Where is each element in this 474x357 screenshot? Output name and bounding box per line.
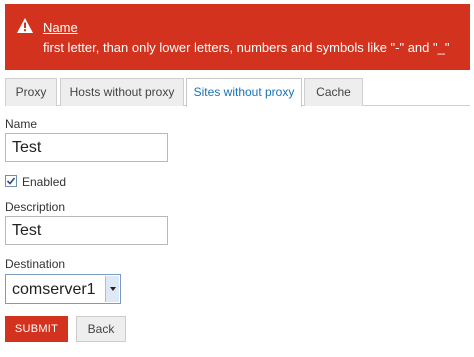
back-button[interactable]: Back	[76, 316, 126, 342]
alert-message: first letter, than only lower letters, n…	[43, 40, 450, 55]
description-field[interactable]	[5, 216, 168, 245]
checkmark-icon	[6, 177, 16, 185]
description-label: Description	[5, 200, 66, 214]
chevron-down-icon	[110, 287, 116, 291]
dropdown-arrow-button[interactable]	[105, 276, 119, 302]
name-field[interactable]	[5, 133, 168, 162]
submit-button[interactable]: SUBMIT	[5, 316, 68, 342]
tab-cache[interactable]: Cache	[304, 78, 363, 106]
destination-select[interactable]: comserver1	[5, 274, 121, 304]
error-alert: Name first letter, than only lower lette…	[5, 4, 470, 70]
tab-hosts-without-proxy[interactable]: Hosts without proxy	[60, 78, 184, 106]
destination-selected-value: comserver1	[12, 281, 96, 298]
destination-label: Destination	[5, 257, 66, 271]
tab-sites-without-proxy[interactable]: Sites without proxy	[186, 78, 302, 107]
name-label: Name	[5, 117, 38, 131]
tab-bar: Proxy Hosts without proxy Sites without …	[5, 78, 470, 107]
enabled-label: Enabled	[22, 175, 67, 189]
tab-proxy[interactable]: Proxy	[5, 78, 57, 106]
warning-icon	[17, 18, 33, 33]
enabled-checkbox[interactable]	[5, 175, 17, 187]
alert-title-link[interactable]: Name	[43, 20, 78, 36]
